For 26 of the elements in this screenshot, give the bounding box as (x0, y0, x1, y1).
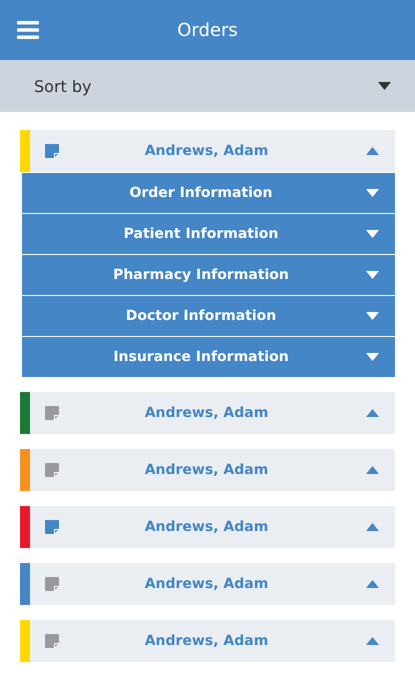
caret-up-icon (366, 466, 379, 474)
caret-down-icon (366, 271, 379, 279)
order-header[interactable]: Andrews, Adam (20, 563, 395, 605)
section-header[interactable]: Doctor Information (22, 296, 395, 336)
section-header[interactable]: Patient Information (22, 214, 395, 254)
section-header[interactable]: Insurance Information (22, 337, 395, 377)
caret-up-icon (366, 147, 379, 155)
order-header[interactable]: Andrews, Adam (20, 449, 395, 491)
caret-up-icon (366, 637, 379, 645)
caret-down-icon (366, 230, 379, 238)
menu-icon (17, 21, 39, 39)
section-header[interactable]: Order Information (22, 173, 395, 213)
menu-button[interactable] (17, 21, 39, 39)
caret-down-icon (366, 189, 379, 197)
dropdown-caret-icon (378, 82, 391, 90)
page-title: Orders (176, 20, 239, 40)
order-header[interactable]: Andrews, Adam (20, 392, 395, 434)
caret-up-icon (366, 580, 379, 588)
order-header[interactable]: Andrews, Adam (20, 620, 395, 662)
caret-up-icon (366, 523, 379, 531)
caret-up-icon (366, 409, 379, 417)
order-header[interactable]: Andrews, Adam (20, 130, 395, 172)
caret-down-icon (366, 353, 379, 361)
order-header[interactable]: Andrews, Adam (20, 506, 395, 548)
section-header[interactable]: Pharmacy Information (22, 255, 395, 295)
caret-down-icon (366, 312, 379, 320)
